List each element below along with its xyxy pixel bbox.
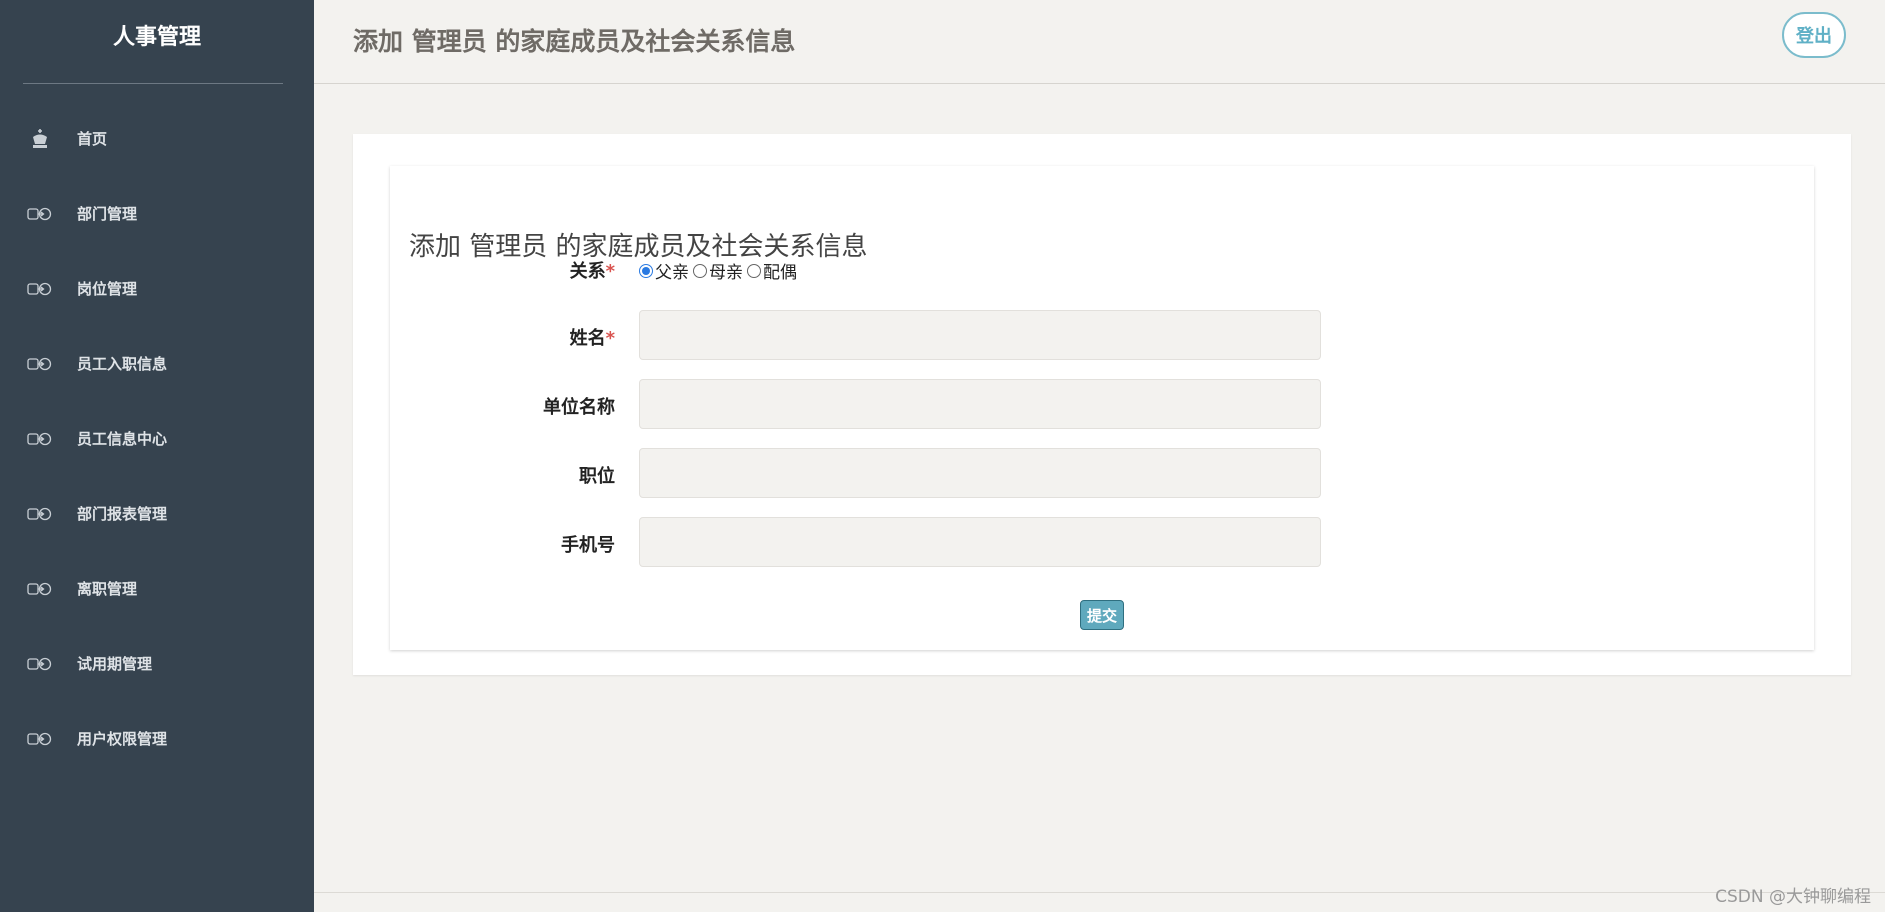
toggle-arrow-icon — [27, 204, 53, 224]
submit-button[interactable]: 提交 — [1080, 600, 1124, 630]
content-card: 添加 管理员 的家庭成员及社会关系信息 关系* 父亲 母亲 配偶 姓名* 单位名… — [353, 134, 1851, 675]
sidebar-item-label: 部门报表管理 — [77, 505, 168, 523]
sidebar-item-label: 部门管理 — [77, 205, 138, 223]
sidebar-item-onboarding[interactable]: 员工入职信息 — [0, 326, 314, 401]
logout-button[interactable]: 登出 — [1782, 12, 1846, 58]
radio-spouse[interactable]: 配偶 — [747, 258, 797, 283]
company-control — [639, 379, 1321, 429]
sidebar-item-probation[interactable]: 试用期管理 — [0, 626, 314, 701]
company-label: 单位名称 — [543, 397, 615, 418]
brand-title: 人事管理 — [112, 25, 201, 50]
sidebar-item-label: 岗位管理 — [77, 280, 138, 298]
toggle-arrow-icon — [27, 354, 53, 374]
sidebar-item-permissions[interactable]: 用户权限管理 — [0, 701, 314, 776]
radio-father[interactable]: 父亲 — [639, 258, 689, 283]
sidebar-item-dept-reports[interactable]: 部门报表管理 — [0, 476, 314, 551]
toggle-arrow-icon — [27, 579, 53, 599]
position-control — [639, 448, 1321, 498]
toggle-arrow-icon — [27, 504, 53, 524]
brand-divider — [23, 83, 283, 84]
footer-divider — [314, 892, 1885, 893]
sidebar-item-label: 离职管理 — [77, 580, 138, 598]
sidebar-item-label: 首页 — [77, 130, 108, 148]
page-title: 添加 管理员 的家庭成员及社会关系信息 — [353, 27, 796, 56]
phone-label: 手机号 — [561, 535, 615, 556]
sidebar-item-positions[interactable]: 岗位管理 — [0, 251, 314, 326]
name-label-text: 姓名 — [569, 328, 606, 349]
sidebar-item-label: 用户权限管理 — [77, 730, 168, 748]
position-input[interactable] — [639, 448, 1321, 498]
watermark-text: CSDN @大钟聊编程 — [1715, 887, 1871, 907]
radio-mother-dot[interactable] — [693, 263, 707, 278]
radio-father-dot[interactable] — [639, 263, 653, 278]
radio-mother[interactable]: 母亲 — [693, 258, 743, 283]
radio-spouse-dot[interactable] — [747, 263, 761, 278]
radio-mother-label: 母亲 — [709, 263, 743, 283]
toggle-arrow-icon — [27, 654, 53, 674]
sidebar-item-resignation[interactable]: 离职管理 — [0, 551, 314, 626]
toggle-arrow-icon — [27, 429, 53, 449]
phone-input[interactable] — [639, 517, 1321, 567]
sidebar-item-departments[interactable]: 部门管理 — [0, 176, 314, 251]
relation-label: 关系* — [390, 257, 615, 283]
company-input[interactable] — [639, 379, 1321, 429]
name-control — [639, 310, 1321, 360]
radio-spouse-label: 配偶 — [763, 263, 797, 283]
sidebar-item-employee-center[interactable]: 员工信息中心 — [0, 401, 314, 476]
sidebar-item-home[interactable]: 首页 — [0, 101, 314, 176]
phone-control — [639, 517, 1321, 567]
required-mark: * — [605, 328, 615, 349]
required-mark: * — [605, 261, 615, 282]
position-label: 职位 — [579, 466, 615, 487]
sidebar: 人事管理 首页 部门管理 岗位管理 员工入职信息 员工信息中心 部门报表管理 离… — [0, 0, 314, 912]
sidebar-item-label: 员工入职信息 — [77, 355, 168, 373]
radio-father-label: 父亲 — [655, 263, 689, 283]
name-input[interactable] — [639, 310, 1321, 360]
sidebar-item-label: 试用期管理 — [77, 655, 153, 673]
relation-label-text: 关系 — [569, 261, 606, 282]
toggle-arrow-icon — [27, 729, 53, 749]
relation-radio-group: 父亲 母亲 配偶 — [639, 258, 797, 283]
chess-king-icon — [27, 128, 53, 149]
toggle-arrow-icon — [27, 279, 53, 299]
topbar: 添加 管理员 的家庭成员及社会关系信息 登出 — [314, 0, 1885, 84]
sidebar-nav: 首页 部门管理 岗位管理 员工入职信息 员工信息中心 部门报表管理 离职管理 试… — [0, 101, 314, 776]
sidebar-item-label: 员工信息中心 — [77, 430, 168, 448]
form-panel: 添加 管理员 的家庭成员及社会关系信息 关系* 父亲 母亲 配偶 姓名* 单位名… — [390, 166, 1814, 650]
name-label: 姓名* — [390, 324, 615, 350]
